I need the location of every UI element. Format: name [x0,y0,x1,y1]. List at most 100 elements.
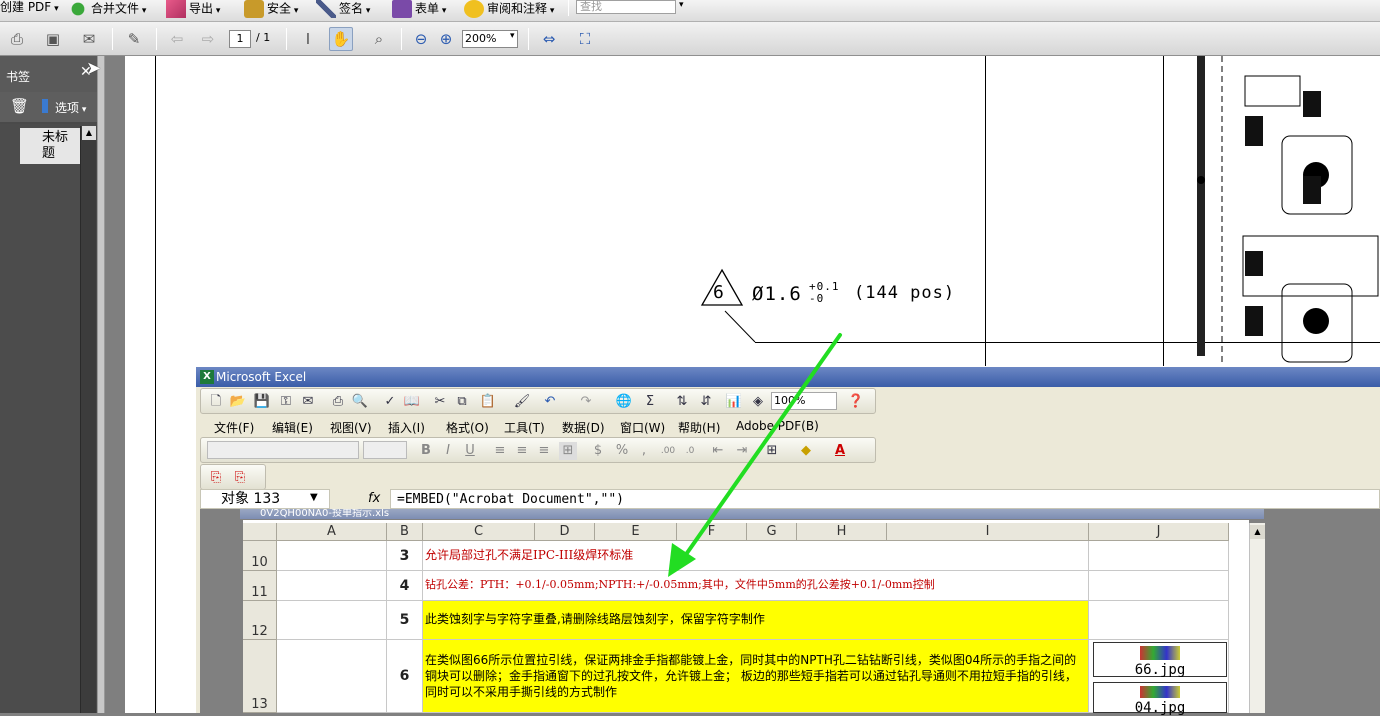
secure-menu[interactable]: 安全 [244,0,298,20]
table-cell[interactable] [277,541,387,571]
combine-files-menu[interactable]: 合并文件 [68,0,146,20]
find-dropdown-icon[interactable]: ▾ [679,0,684,10]
column-header-b[interactable]: B [387,523,423,541]
menu-insert[interactable]: 插入(I) [388,419,425,436]
edit-document-icon[interactable]: ✎ [122,27,146,51]
percent-icon[interactable]: % [613,442,631,460]
redo-icon[interactable]: ↷ [577,393,595,411]
table-cell[interactable] [1089,541,1229,571]
menu-data[interactable]: 数据(D) [562,419,605,436]
find-input[interactable]: 查找 [576,0,676,14]
column-header-c[interactable]: C [423,523,535,541]
previous-page-icon[interactable]: ⇦ [165,27,189,51]
scroll-up-icon[interactable]: ▲ [1250,525,1265,539]
page-number-input[interactable]: 1 [229,30,251,48]
italic-icon[interactable]: I [439,442,457,460]
drill-count: (144 pos) [854,283,956,303]
permission-icon[interactable]: ⚿ [277,393,295,411]
table-cell[interactable] [1089,571,1229,601]
fit-width-icon[interactable]: ⇔ [537,27,561,51]
menu-file[interactable]: 文件(F) [214,419,254,436]
email-icon[interactable]: ✉ [299,393,317,411]
menu-format[interactable]: 格式(O) [446,419,489,436]
zoom-out-icon[interactable]: ⊖ [409,27,433,51]
row-header[interactable]: 13 [243,640,277,713]
sheet-vertical-scrollbar[interactable]: ▲ [1249,523,1265,713]
zoom-in-icon[interactable]: ⊕ [434,27,458,51]
email-icon[interactable]: ✉ [77,27,101,51]
bold-icon[interactable]: B [417,442,435,460]
table-cell[interactable] [1089,601,1229,640]
zoom-tool-icon[interactable]: ⌕ [367,27,391,51]
font-name-select[interactable] [207,441,359,459]
bookmarks-scrollbar[interactable]: ▲ [80,126,96,713]
research-icon[interactable]: 📖 [403,393,421,411]
undo-icon[interactable]: ↶ [541,393,559,411]
column-header-j[interactable]: J [1089,523,1229,541]
format-painter-icon[interactable]: 🖌 [513,393,531,411]
hand-tool-icon[interactable]: ✋ [329,27,353,51]
select-all-corner[interactable] [243,523,277,541]
highlighted-note-cell[interactable]: 此类蚀刻字与字符字重叠,请删除线路层蚀刻字，保留字符字制作 [423,601,1089,640]
item-number[interactable]: 5 [387,601,423,640]
menu-view[interactable]: 视图(V) [330,419,372,436]
copy-icon[interactable]: ⧉ [453,393,471,411]
formula-bar[interactable]: =EMBED("Acrobat Document","") [390,489,1380,509]
table-cell[interactable] [277,601,387,640]
forms-menu[interactable]: 表单 [392,0,446,20]
item-number[interactable]: 6 [387,640,423,713]
export-menu[interactable]: 导出 [166,0,220,20]
save-icon[interactable]: ▣ [41,27,65,51]
open-icon[interactable]: 📂 [229,393,247,411]
convert-and-email-icon[interactable]: ⎘ [231,469,249,487]
currency-icon[interactable]: $ [589,442,607,460]
select-tool-icon[interactable]: I [296,27,320,51]
align-right-icon[interactable]: ≡ [535,442,553,460]
print-preview-icon[interactable]: 🔍 [351,393,369,411]
next-page-icon[interactable]: ⇨ [196,27,220,51]
column-header-d[interactable]: D [535,523,595,541]
menu-tools[interactable]: 工具(T) [504,419,545,436]
export-label: 导出 [189,1,214,16]
menu-edit[interactable]: 编辑(E) [272,419,313,436]
underline-icon[interactable]: U [461,442,479,460]
sign-menu[interactable]: 签名 [316,0,370,20]
fx-icon[interactable]: fx [368,491,380,506]
convert-to-pdf-icon[interactable]: ⎘ [207,469,225,487]
table-cell[interactable] [277,571,387,601]
image-preview-icon [1140,686,1180,698]
image-thumbnail-66[interactable]: 66.jpg [1093,642,1227,677]
row-header[interactable]: 12 [243,601,277,640]
align-center-icon[interactable]: ≡ [513,442,531,460]
column-header-i[interactable]: I [887,523,1089,541]
highlighted-note-cell[interactable]: 在类似图66所示位置拉引线，保证两排金手指都能镀上金，同时其中的NPTH孔二钻钻… [423,640,1089,713]
bookmark-item[interactable]: 未标题 [20,128,80,164]
table-cell[interactable] [277,640,387,713]
save-icon[interactable]: 💾 [253,393,271,411]
review-comment-menu[interactable]: 审阅和注释 [464,0,554,20]
cut-icon[interactable]: ✂ [431,393,449,411]
image-thumbnail-04[interactable]: 04.jpg [1093,682,1227,715]
bookmark-options-button[interactable]: 选项 [55,99,86,116]
font-size-select[interactable] [363,441,407,459]
merge-center-icon[interactable]: ⊞ [559,442,577,460]
align-left-icon[interactable]: ≡ [491,442,509,460]
hyperlink-icon[interactable]: 🌐 [615,393,633,411]
new-icon[interactable]: 🗋 [207,393,225,411]
print-icon[interactable]: ⎙ [5,27,29,51]
item-number[interactable]: 3 [387,541,423,571]
spelling-icon[interactable]: ✓ [381,393,399,411]
item-number[interactable]: 4 [387,571,423,601]
panel-splitter[interactable] [97,56,105,713]
paste-icon[interactable]: 📋 [479,393,497,411]
row-header[interactable]: 11 [243,571,277,601]
trash-icon[interactable]: 🗑 [10,97,29,115]
print-icon[interactable]: ⎙ [329,393,347,411]
row-header[interactable]: 10 [243,541,277,571]
fit-page-icon[interactable]: ⛶ [573,27,597,51]
column-header-a[interactable]: A [277,523,387,541]
create-pdf-menu[interactable]: 创建 PDF [0,0,59,20]
name-box-dropdown-icon[interactable]: ▼ [310,492,318,503]
zoom-dropdown-icon[interactable]: ▾ [510,31,515,41]
scroll-up-icon[interactable]: ▲ [82,126,96,140]
